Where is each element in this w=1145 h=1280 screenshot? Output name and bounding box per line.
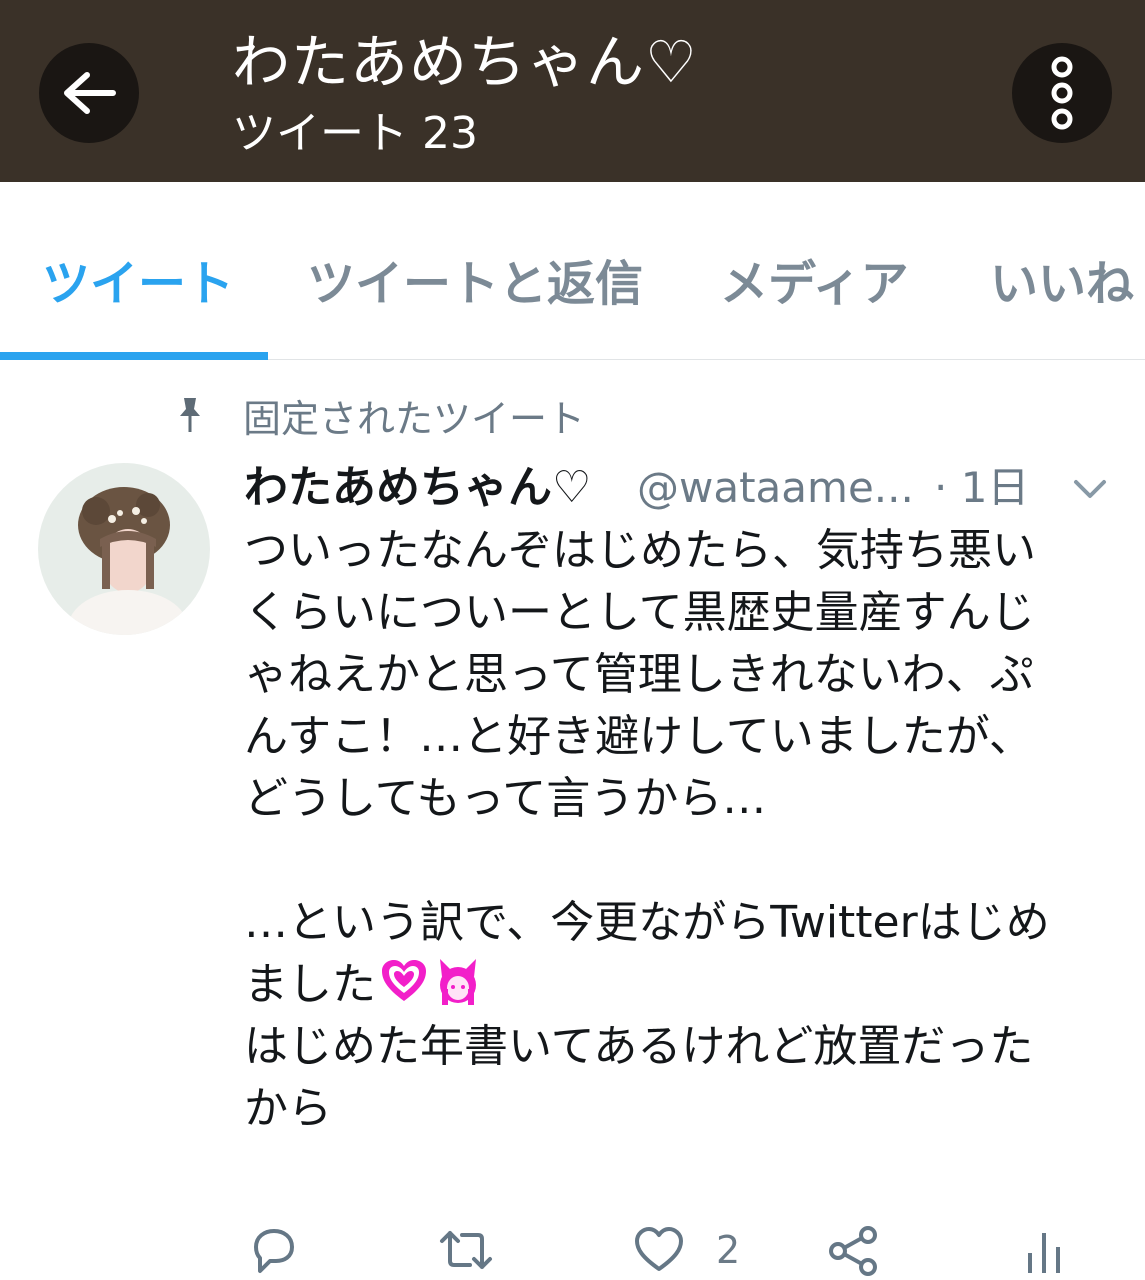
like-count: 2: [716, 1228, 741, 1272]
more-options-button[interactable]: [1012, 43, 1112, 143]
avatar[interactable]: [38, 463, 210, 635]
tab-likes[interactable]: いいね: [990, 254, 1134, 314]
tweet-timestamp[interactable]: · 1日: [934, 458, 1029, 518]
tweet-header: わたあめちゃん♡ @wataame... · 1日: [244, 458, 1124, 518]
more-vertical-icon: [1051, 56, 1073, 130]
tweet-display-name[interactable]: わたあめちゃん♡: [244, 458, 591, 518]
analytics-button[interactable]: [1024, 1215, 1064, 1280]
reply-icon: [254, 1229, 294, 1273]
share-button[interactable]: [826, 1215, 880, 1280]
tab-tweets[interactable]: ツイート: [42, 254, 234, 314]
tab-tweets-and-replies[interactable]: ツイートと返信: [307, 254, 643, 314]
header-text: わたあめちゃん♡ ツイート 23: [232, 26, 698, 162]
tweet-line: ゃねえかと思って管理しきれないわ、ぷ: [244, 649, 1034, 700]
bunny-girl-icon: [440, 959, 476, 1005]
heart-icon: [635, 1227, 683, 1271]
retweet-button[interactable]: [436, 1215, 496, 1280]
tab-media[interactable]: メディア: [720, 254, 909, 314]
pinned-label-text: 固定されたツイート: [243, 396, 586, 441]
active-tab-indicator: [0, 352, 268, 360]
tweet-line: から: [244, 1083, 332, 1134]
back-button[interactable]: [39, 43, 139, 143]
reply-button[interactable]: [246, 1215, 300, 1280]
share-icon: [829, 1226, 877, 1276]
tweet-line: くらいについーとして黒歴史量産すんじ: [244, 587, 1035, 638]
profile-title: わたあめちゃん♡: [232, 28, 698, 96]
pinned-tweet-label: 固定されたツイート: [175, 390, 586, 441]
tweet-line: どうしてもって言うから…: [244, 773, 767, 824]
pin-icon: [180, 398, 200, 432]
tweet-line: はじめた年書いてあるけれど放置だった: [244, 1021, 1034, 1072]
arrow-left-icon: [64, 72, 116, 114]
tweet-line-text: ました: [244, 959, 376, 1010]
tweet-actions: 2: [0, 1215, 1145, 1280]
like-button[interactable]: 2: [632, 1215, 740, 1280]
tweet-text: ついったなんぞはじめたら、気持ち悪い くらいについーとして黒歴史量産すんじ ゃね…: [244, 520, 1124, 1140]
chevron-down-icon[interactable]: [1070, 474, 1110, 504]
tweet-line: …という訳で、今更ながらTwitterはじめ: [244, 897, 1050, 948]
analytics-icon: [1028, 1233, 1060, 1273]
avatar-image: [38, 463, 210, 635]
tweet-line-with-emoji: ました: [244, 954, 1124, 1016]
app-header: わたあめちゃん♡ ツイート 23: [0, 0, 1145, 182]
tweet-line: んすこ！…と好き避けしていましたが、: [244, 711, 1033, 762]
tweet-count: ツイート 23: [232, 108, 478, 159]
tweet-handle[interactable]: @wataame...: [637, 458, 914, 518]
sparkling-heart-icon: [382, 960, 426, 1001]
tweet-line: ついったなんぞはじめたら、気持ち悪い: [244, 525, 1036, 576]
retweet-icon: [440, 1231, 492, 1269]
profile-tabs: ツイート ツイートと返信 メディア いいね: [0, 182, 1145, 360]
